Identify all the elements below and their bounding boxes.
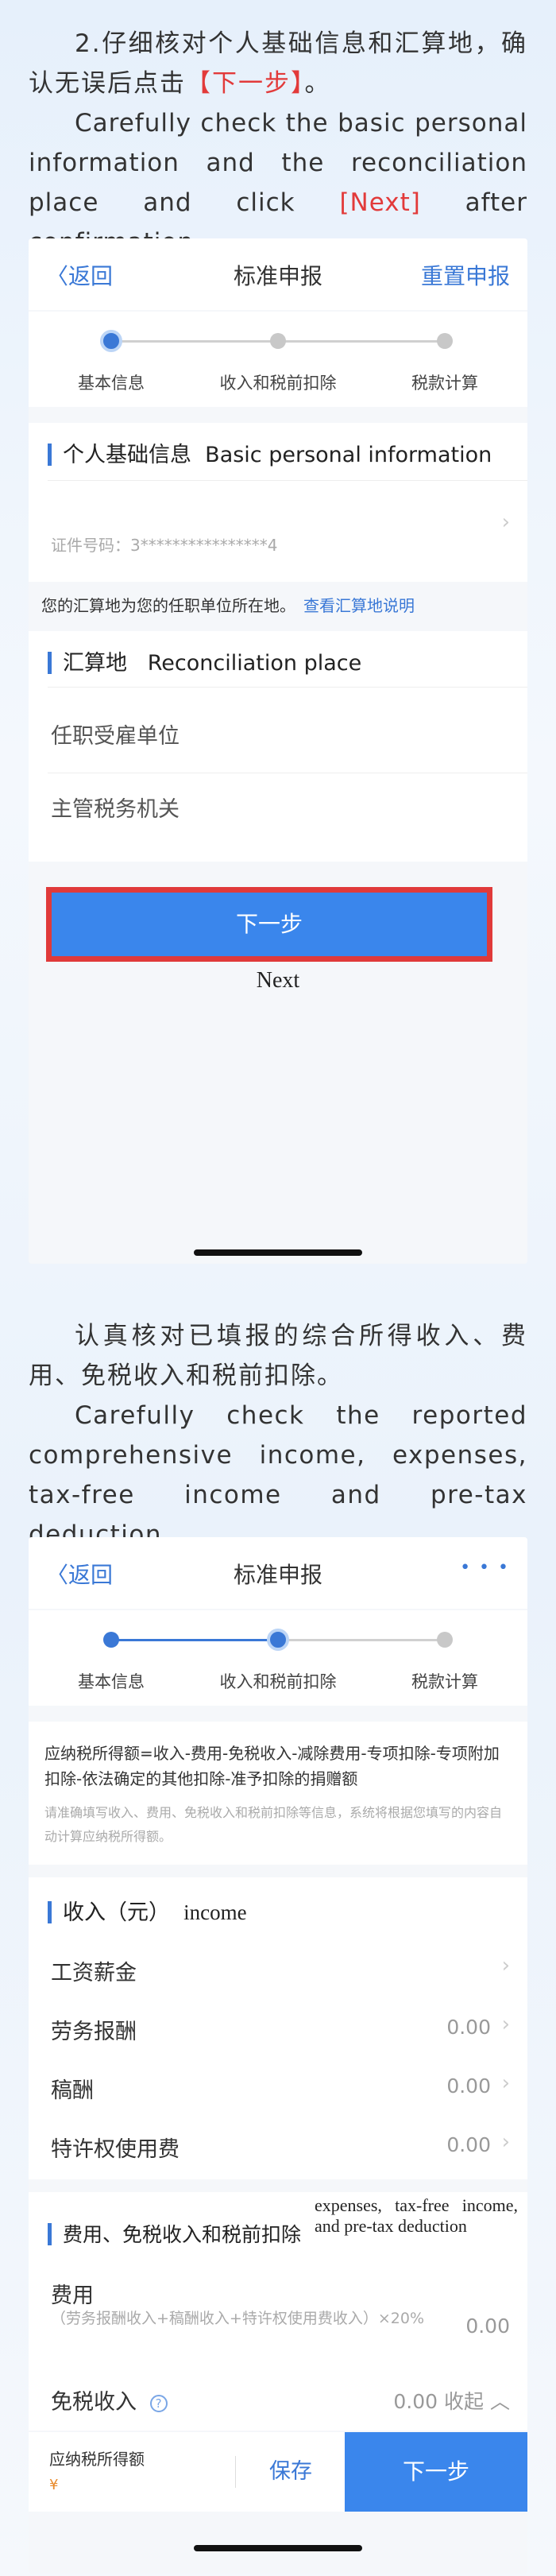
chevron-right-icon[interactable]: › <box>502 2130 510 2154</box>
screenshot-basic-info: 〈返回 标准申报 重置申报 基本信息 收入和税前扣除 税款计算 个人基础信息 B… <box>29 238 527 1264</box>
expense-title-en: expenses, tax-free income, and pre-tax d… <box>315 2195 518 2236</box>
id-number: 证件号码：3****************4 <box>51 536 278 555</box>
step-line-done <box>111 1639 278 1641</box>
step-label-income: 收入和税前扣除 <box>219 374 337 393</box>
next-button-highlight: 下一步 <box>46 887 492 962</box>
help-icon[interactable]: ? <box>149 2395 168 2412</box>
fee-value: 0.00 <box>465 2315 510 2338</box>
screenshot-income: 〈返回 标准申报 • • • 基本信息 收入和税前扣除 税款计算 应纳税所得额=… <box>29 1537 527 2574</box>
review-zh: 认真核对已填报的综合所得收入、费用、免税收入和税前扣除。 <box>29 1322 527 1390</box>
progress-steps: 基本信息 收入和税前扣除 税款计算 <box>29 1610 527 1706</box>
recon-explain-link[interactable]: 查看汇算地说明 <box>303 596 415 615</box>
chevron-up-icon: ︿ <box>489 2390 510 2413</box>
basic-info-title: 个人基础信息 Basic personal information <box>48 437 492 468</box>
employer-field[interactable]: 任职受雇单位 <box>51 719 180 750</box>
taxable-income-label: 应纳税所得额 <box>49 2450 145 2469</box>
taxfree-label: 免税收入 ? <box>51 2384 168 2415</box>
chevron-right-icon[interactable]: › <box>502 510 510 534</box>
step-label-basic: 基本信息 <box>78 374 145 393</box>
income-row-salary[interactable]: 工资薪金 <box>51 1955 137 1986</box>
step-label-basic: 基本信息 <box>78 1672 145 1691</box>
home-indicator <box>194 2545 362 2551</box>
progress-steps: 基本信息 收入和税前扣除 税款计算 <box>29 312 527 407</box>
instruction-zh: 2.仔细核对个人基础信息和汇算地，确认无误后点击【下一步】。 <box>29 29 527 98</box>
income-title: 收入（元） income <box>48 1895 247 1926</box>
reset-declaration-link[interactable]: 重置申报 <box>421 259 510 291</box>
nav-bar: 〈返回 标准申报 • • • <box>29 1537 527 1609</box>
more-icon[interactable]: • • • <box>460 1558 510 1578</box>
fee-label: 费用 <box>51 2284 94 2308</box>
chevron-right-icon[interactable]: › <box>502 1954 510 1978</box>
step-dot <box>270 333 286 349</box>
divider <box>48 687 527 688</box>
step-label-tax: 税款计算 <box>411 374 478 393</box>
instruction-step2: 2.仔细核对个人基础信息和汇算地，确认无误后点击【下一步】。 Carefully… <box>29 24 527 262</box>
next-button[interactable]: 下一步 <box>345 2432 527 2512</box>
chevron-right-icon[interactable]: › <box>502 2071 510 2095</box>
formula-text: 应纳税所得额=收入-费用-免税收入-减除费用-专项扣除-专项附加扣除-依法确定的… <box>44 1744 500 1788</box>
home-indicator <box>194 1249 362 1256</box>
income-row-labor[interactable]: 劳务报酬 <box>51 2014 137 2045</box>
divider <box>48 480 527 481</box>
income-value-labor: 0.00 <box>446 2016 491 2039</box>
next-button[interactable]: 下一步 <box>52 893 487 956</box>
formula-note: 请准确填写收入、费用、免税收入和税前扣除等信息，系统将根据您填写的内容自动计算应… <box>44 1805 503 1844</box>
save-button[interactable]: 保存 <box>235 2432 346 2512</box>
bottom-bar: 应纳税所得额 ¥ 保存 下一步 <box>29 2432 527 2512</box>
income-value-author: 0.00 <box>446 2074 491 2098</box>
step-dot-done <box>103 1632 119 1648</box>
step-label-income: 收入和税前扣除 <box>219 1672 337 1691</box>
step-dot <box>437 333 453 349</box>
tax-office-field[interactable]: 主管税务机关 <box>51 792 180 823</box>
recon-notice: 您的汇算地为您的任职单位所在地。 查看汇算地说明 <box>41 596 415 615</box>
recon-title: 汇算地 Reconciliation place <box>48 645 361 676</box>
formula-card: 应纳税所得额=收入-费用-免税收入-减除费用-专项扣除-专项附加扣除-依法确定的… <box>29 1722 527 1865</box>
chevron-right-icon[interactable]: › <box>502 2012 510 2036</box>
step-dot-active <box>100 330 122 352</box>
fee-note: （劳务报酬收入+稿酬收入+特许权使用费收入）×20% <box>51 2310 424 2327</box>
page-title: 标准申报 <box>233 1562 322 1588</box>
income-value-royalty: 0.00 <box>446 2133 491 2156</box>
step-dot <box>437 1632 453 1648</box>
recon-card: 汇算地 Reconciliation place 任职受雇单位 主管税务机关 <box>29 631 527 862</box>
instruction-review: 认真核对已填报的综合所得收入、费用、免税收入和税前扣除。 Carefully c… <box>29 1316 527 1555</box>
review-en: Carefully check the reported comprehensi… <box>29 1401 527 1549</box>
taxable-income-value: ¥ <box>49 2477 59 2493</box>
step-label-tax: 税款计算 <box>411 1672 478 1691</box>
expense-title: 费用、免税收入和税前扣除 <box>48 2219 301 2248</box>
step-dot-active <box>267 1629 289 1651</box>
taxfree-value[interactable]: 0.00 收起 ︿ <box>393 2386 510 2415</box>
step-line <box>278 1639 445 1641</box>
income-row-royalty[interactable]: 特许权使用费 <box>51 2132 180 2163</box>
income-row-author[interactable]: 稿酬 <box>51 2073 94 2104</box>
next-caption: Next <box>256 968 300 993</box>
nav-bar: 〈返回 标准申报 重置申报 <box>29 238 527 310</box>
income-card: 收入（元） income 工资薪金 › 劳务报酬 0.00 › 稿酬 0.00 … <box>29 1877 527 2179</box>
expense-card: 费用、免税收入和税前扣除 expenses, tax-free income, … <box>29 2192 527 2431</box>
basic-info-card: 个人基础信息 Basic personal information 证件号码：3… <box>29 423 527 582</box>
